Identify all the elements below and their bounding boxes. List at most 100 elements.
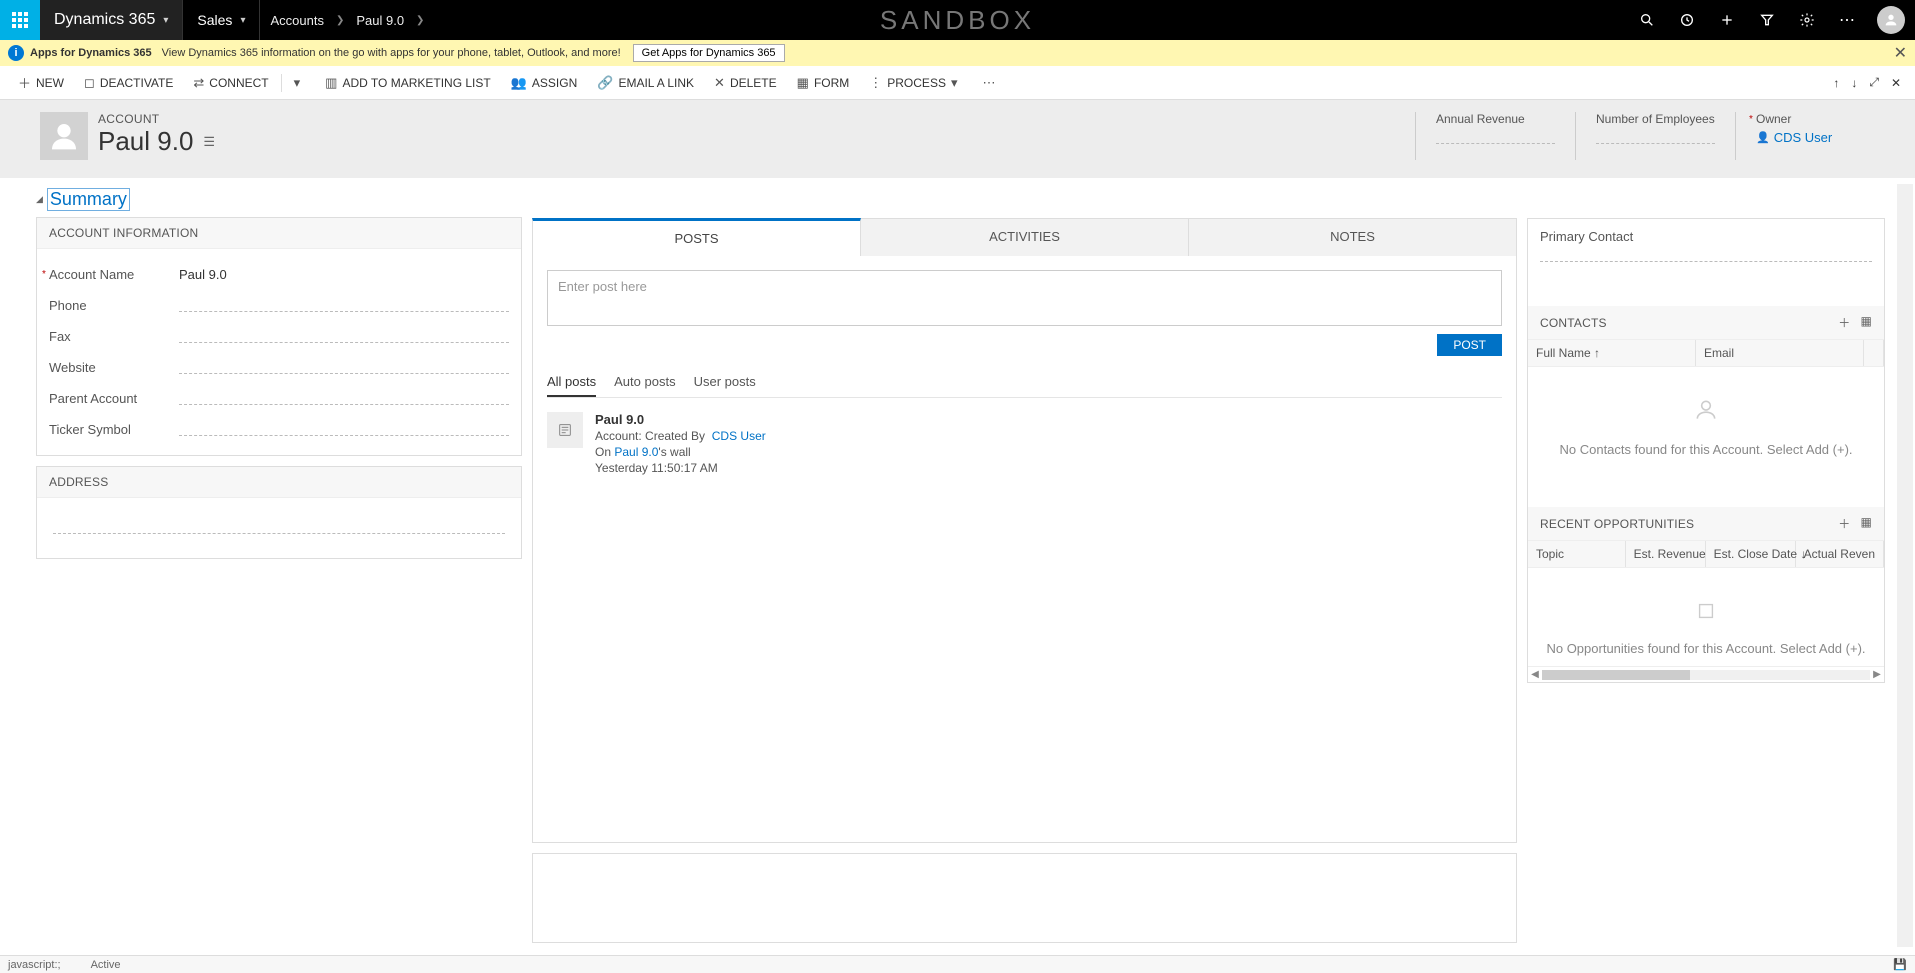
close-icon: ✕: [1891, 76, 1901, 90]
tab-notes[interactable]: NOTES: [1189, 218, 1517, 256]
list-icon: ▥: [325, 75, 337, 91]
empty-value: [179, 424, 509, 436]
post-title[interactable]: Paul 9.0: [595, 412, 766, 427]
scroll-right-icon[interactable]: ▶: [1870, 669, 1884, 680]
col-email[interactable]: Email: [1696, 340, 1864, 366]
nav-right: ⋯: [1627, 0, 1915, 40]
recent-icon[interactable]: [1667, 0, 1707, 40]
entity-label: ACCOUNT: [98, 112, 215, 126]
primary-contact-card: Primary Contact CONTACTS ＋ ▦ Full Name ↑…: [1527, 218, 1885, 683]
save-icon[interactable]: 💾: [1893, 958, 1907, 971]
owner-value[interactable]: CDS User: [1774, 130, 1833, 145]
record-status: Active: [91, 959, 121, 971]
empty-value: [179, 393, 509, 405]
vertical-scrollbar[interactable]: [1897, 184, 1913, 947]
nav-up-button[interactable]: ↑: [1827, 76, 1845, 90]
field-fax[interactable]: Fax: [49, 321, 509, 352]
command-bar: ＋NEW ◻DEACTIVATE ⇄CONNECT ▾ ▥ADD TO MARK…: [0, 66, 1915, 100]
breadcrumb-record[interactable]: Paul 9.0: [346, 13, 414, 28]
grid-view-button[interactable]: ▦: [1860, 515, 1872, 532]
nav-down-button[interactable]: ↓: [1845, 76, 1863, 90]
header-field-owner[interactable]: *Owner 👤CDS User: [1735, 112, 1895, 160]
brand-dropdown[interactable]: Dynamics 365▾: [40, 0, 183, 40]
scroll-left-icon[interactable]: ◀: [1528, 669, 1542, 680]
filter-all-posts[interactable]: All posts: [547, 370, 596, 397]
connect-dropdown[interactable]: ▾: [284, 66, 316, 99]
field-ticker[interactable]: Ticker Symbol: [49, 414, 509, 445]
filter-user-posts[interactable]: User posts: [694, 370, 756, 397]
field-parent-account[interactable]: Parent Account: [49, 383, 509, 414]
close-record-button[interactable]: ✕: [1885, 76, 1907, 90]
empty-card: [532, 853, 1517, 943]
delete-icon: ✕: [714, 75, 725, 91]
col-actual-revenue[interactable]: Actual Reven: [1796, 541, 1884, 567]
more-icon: ⋯: [982, 75, 995, 91]
footer-js: javascript:;: [8, 959, 61, 971]
opps-empty: No Opportunities found for this Account.…: [1528, 568, 1884, 666]
empty-value[interactable]: [53, 522, 505, 534]
form-button[interactable]: ▦FORM: [787, 66, 860, 99]
account-name-value: Paul 9.0: [179, 267, 509, 282]
assign-button[interactable]: 👥ASSIGN: [501, 66, 588, 99]
col-full-name[interactable]: Full Name ↑: [1528, 340, 1696, 366]
created-by-link[interactable]: CDS User: [712, 429, 766, 443]
plus-icon: ＋: [18, 73, 31, 92]
process-button[interactable]: ⋮PROCESS▾: [859, 66, 972, 99]
record-menu-icon[interactable]: ☰: [203, 134, 215, 150]
get-apps-button[interactable]: Get Apps for Dynamics 365: [633, 44, 785, 62]
popout-icon: ⤢: [1869, 75, 1879, 90]
entity-image[interactable]: [40, 112, 88, 160]
popout-button[interactable]: ⤢: [1863, 75, 1885, 90]
connect-icon: ⇄: [193, 75, 204, 91]
field-account-name[interactable]: *Account Name Paul 9.0: [49, 259, 509, 290]
add-contact-button[interactable]: ＋: [1838, 314, 1850, 331]
num-employees-label: Number of Employees: [1596, 112, 1715, 126]
user-avatar[interactable]: [1877, 6, 1905, 34]
wall-link[interactable]: Paul 9.0: [614, 445, 658, 459]
arrow-down-icon: ↓: [1851, 76, 1857, 90]
horizontal-scrollbar[interactable]: ◀ ▶: [1528, 666, 1884, 682]
header-field-employees[interactable]: Number of Employees: [1575, 112, 1735, 160]
chevron-down-icon: ▾: [240, 15, 245, 26]
address-header: ADDRESS: [37, 467, 521, 498]
top-nav: Dynamics 365▾ Sales▾ Accounts ❯ Paul 9.0…: [0, 0, 1915, 40]
post-button[interactable]: POST: [1437, 334, 1502, 356]
email-link-button[interactable]: 🔗EMAIL A LINK: [587, 66, 704, 99]
add-opportunity-button[interactable]: ＋: [1838, 515, 1850, 532]
grid-view-button[interactable]: ▦: [1860, 314, 1872, 331]
empty-value: [1596, 130, 1715, 144]
contacts-columns: Full Name ↑ Email: [1528, 340, 1884, 367]
tab-activities[interactable]: ACTIVITIES: [861, 218, 1189, 256]
settings-icon[interactable]: [1787, 0, 1827, 40]
col-est-close[interactable]: Est. Close Date ↓: [1706, 541, 1796, 567]
add-marketing-button[interactable]: ▥ADD TO MARKETING LIST: [315, 66, 501, 99]
summary-section-header[interactable]: ◢ Summary: [36, 184, 522, 217]
empty-value[interactable]: [1540, 250, 1872, 262]
connect-button[interactable]: ⇄CONNECT: [183, 66, 278, 99]
delete-button[interactable]: ✕DELETE: [704, 66, 787, 99]
col-est-revenue[interactable]: Est. Revenue: [1626, 541, 1706, 567]
deactivate-button[interactable]: ◻DEACTIVATE: [74, 66, 183, 99]
app-launcher-button[interactable]: [0, 0, 40, 40]
col-topic[interactable]: Topic: [1528, 541, 1626, 567]
add-icon[interactable]: [1707, 0, 1747, 40]
record-header: ACCOUNT Paul 9.0 ☰ Annual Revenue Number…: [0, 100, 1915, 178]
filter-auto-posts[interactable]: Auto posts: [614, 370, 675, 397]
filter-icon[interactable]: [1747, 0, 1787, 40]
post-input[interactable]: Enter post here: [547, 270, 1502, 326]
header-field-revenue[interactable]: Annual Revenue: [1415, 112, 1575, 160]
field-website[interactable]: Website: [49, 352, 509, 383]
close-icon[interactable]: ✕: [1894, 43, 1907, 63]
form-body: ◢ Summary ACCOUNT INFORMATION *Account N…: [0, 178, 1915, 953]
opportunities-header: RECENT OPPORTUNITIES ＋ ▦: [1528, 507, 1884, 541]
overflow-button[interactable]: ⋯: [972, 66, 1010, 99]
new-button[interactable]: ＋NEW: [8, 66, 74, 99]
search-icon[interactable]: [1627, 0, 1667, 40]
breadcrumb-accounts[interactable]: Accounts: [260, 13, 333, 28]
tab-posts[interactable]: POSTS: [532, 218, 861, 256]
post-item: Paul 9.0 Account: Created By CDS User On…: [547, 412, 1502, 475]
more-icon[interactable]: ⋯: [1827, 0, 1867, 40]
field-phone[interactable]: Phone: [49, 290, 509, 321]
area-dropdown[interactable]: Sales▾: [183, 0, 260, 40]
col-spacer: [1864, 340, 1884, 366]
